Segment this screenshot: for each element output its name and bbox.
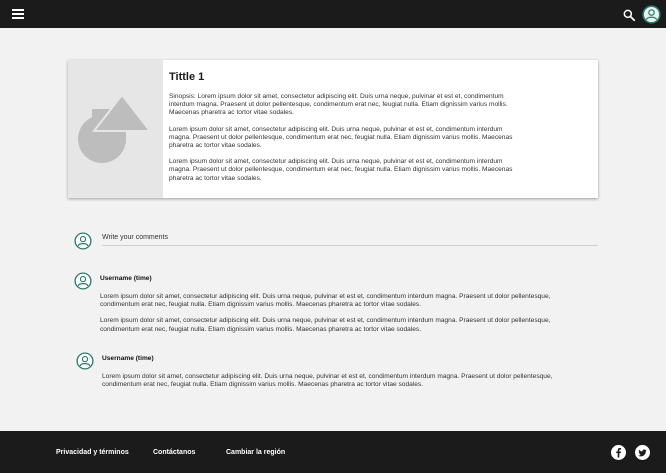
card-paragraph: Lorem ipsum dolor sit amet, consectetur …	[169, 158, 513, 182]
comment-text: Lorem ipsum dolor sit amet, consectetur …	[100, 293, 551, 309]
card-thumbnail	[68, 60, 163, 198]
comment-username: Username (time)	[102, 355, 154, 362]
account-circle-icon[interactable]	[642, 5, 661, 24]
facebook-icon[interactable]	[611, 445, 626, 460]
comment-input-row: Write your comments	[74, 232, 598, 252]
card-title: Tittle 1	[169, 71, 205, 83]
user-avatar-icon	[76, 352, 94, 370]
user-avatar-icon	[74, 272, 92, 290]
twitter-icon[interactable]	[635, 445, 650, 460]
footer-link-contact[interactable]: Contáctanos	[153, 449, 195, 456]
comment-input[interactable]: Write your comments	[102, 234, 598, 246]
image-placeholder-icon	[78, 93, 153, 163]
menu-icon[interactable]	[12, 9, 24, 19]
card-paragraph: Lorem ipsum dolor sit amet, consectetur …	[169, 125, 513, 150]
card-synopsis: Sinopsis: Lorem ipsum dolor sit amet, co…	[169, 93, 508, 117]
search-icon[interactable]	[622, 8, 636, 22]
footer-link-privacy[interactable]: Privacidad y términos	[56, 449, 129, 456]
content-card[interactable]: Tittle 1 Sinopsis: Lorem ipsum dolor sit…	[68, 60, 598, 198]
comment-username: Username (time)	[100, 275, 152, 282]
footer-link-region[interactable]: Cambiar la región	[226, 449, 285, 456]
footer: Privacidad y términos Contáctanos Cambia…	[0, 431, 666, 473]
comment-text: Lorem ipsum dolor sit amet, consectetur …	[100, 317, 551, 333]
top-app-bar	[0, 0, 666, 28]
comment-text: Lorem ipsum dolor sit amet, consectetur …	[102, 373, 553, 389]
user-avatar-icon	[74, 232, 92, 250]
